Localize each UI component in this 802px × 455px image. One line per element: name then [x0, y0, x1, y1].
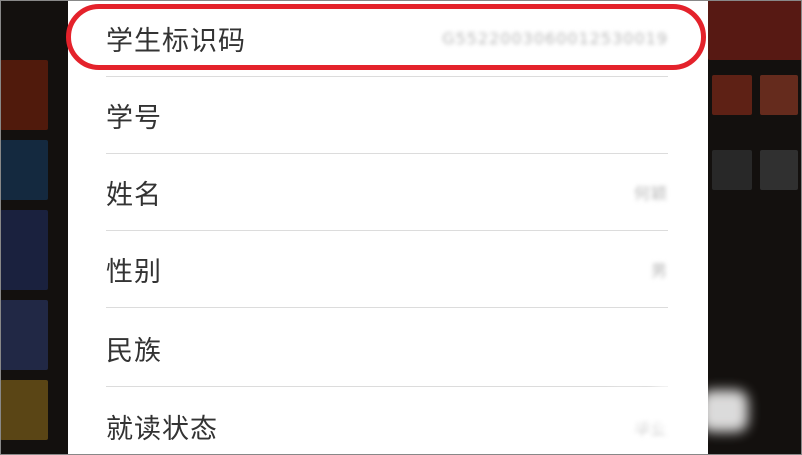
- row-label: 性别: [106, 256, 162, 288]
- row-label: 学生标识码: [106, 25, 246, 57]
- row-value: 男: [650, 261, 668, 280]
- watermark-logo: [608, 372, 758, 442]
- row-gender: 性别 男: [106, 231, 668, 308]
- row-label: 民族: [106, 335, 162, 367]
- row-name: 姓名 何颖: [106, 154, 668, 231]
- row-ethnicity: 民族: [106, 310, 668, 387]
- row-value: G5522003060012530019: [442, 28, 668, 48]
- row-label: 学号: [106, 102, 162, 134]
- row-label: 就读状态: [106, 414, 218, 445]
- row-student-id-code: 学生标识码 G5522003060012530019: [106, 0, 668, 77]
- row-value: 何颖: [633, 184, 668, 203]
- row-enrollment-status: 就读状态 毕业: [106, 388, 668, 455]
- row-label: 姓名: [106, 179, 162, 211]
- row-student-number: 学号: [106, 77, 668, 154]
